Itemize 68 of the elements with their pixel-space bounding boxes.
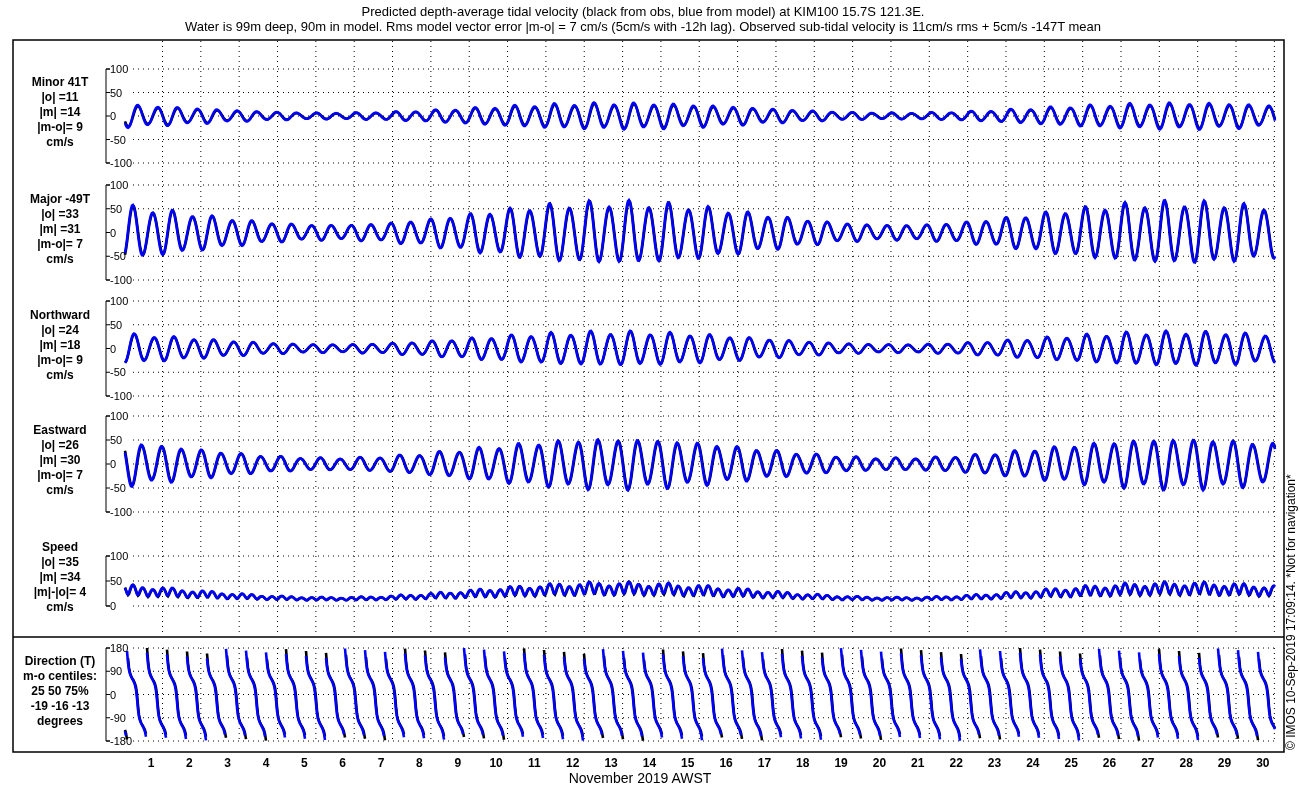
axis-tick-label: -100 xyxy=(110,506,133,518)
panel-label: Direction (T) m-o centiles: 25 50 75% -19 -16 -13 degrees xyxy=(23,653,97,728)
axis-tick-label: 50 xyxy=(110,86,123,99)
axis-tick-label: 11 xyxy=(528,756,541,770)
axis-tick-label: 100 xyxy=(110,63,129,75)
axis-tick-label: -50 xyxy=(110,133,126,146)
axis-tick-label: -100 xyxy=(110,157,133,169)
axis-tick-label: 15 xyxy=(681,756,695,770)
axis-tick-label: 12 xyxy=(566,756,580,770)
panel-label: Eastward |o| =26 |m| =30 |m-o|= 7 cm/s xyxy=(33,423,87,497)
axis-tick-label: 25 xyxy=(1064,756,1078,770)
axis-tick-label: 14 xyxy=(642,756,657,770)
panel-label: Northward |o| =24 |m| =18 |m-o|= 9 cm/s xyxy=(30,307,90,382)
axis-tick-label: 90 xyxy=(110,665,123,678)
axis-tick-label: 16 xyxy=(719,756,733,770)
axis-tick-label: 3 xyxy=(224,756,231,770)
axis-tick-label: 13 xyxy=(604,756,618,770)
axis-tick-label: 0 xyxy=(110,600,117,612)
axis-tick-label: -180 xyxy=(110,735,133,747)
axis-tick-label: 9 xyxy=(454,756,462,770)
axis-tick-label: 2 xyxy=(186,756,193,770)
chart-title: Water is 99m deep, 90m in model. Rms model vector error |m-o| = 7 cm/s (5cm/s with -12h lag). Observed sub-tidal velocity is 11cm/s rms + 5cm/s -147T mean xyxy=(184,19,1102,34)
axis-tick-label: -100 xyxy=(110,390,133,402)
axis-tick-label: 8 xyxy=(416,756,423,770)
axis-tick-label: -50 xyxy=(110,250,126,263)
axis-tick-label: 100 xyxy=(110,179,129,191)
axis-tick-label: 100 xyxy=(110,295,129,307)
axis-tick-label: 26 xyxy=(1102,756,1117,770)
axis-tick-label: 5 xyxy=(301,756,308,770)
axis-tick-label: 20 xyxy=(872,756,887,770)
axis-tick-label: 0 xyxy=(110,458,117,470)
axis-tick-label: 50 xyxy=(110,434,123,446)
axis-tick-label: 100 xyxy=(110,550,129,562)
axis-tick-label: 50 xyxy=(110,575,123,587)
axis-tick-label: 24 xyxy=(1026,756,1040,770)
axis-tick-label: 7 xyxy=(377,756,385,770)
chart-title: Predicted depth-average tidal velocity (black from obs, blue from model) at KIM100 15.7S 121.3E. xyxy=(361,4,925,19)
axis-tick-label: 10 xyxy=(489,756,503,770)
axis-tick-label: 27 xyxy=(1141,756,1155,770)
axis-tick-label: 0 xyxy=(110,226,117,239)
axis-tick-label: -50 xyxy=(110,482,126,494)
axis-tick-label: 6 xyxy=(339,756,347,770)
axis-tick-label: -90 xyxy=(110,711,126,724)
axis-tick-label: 28 xyxy=(1179,756,1193,770)
axis-tick-label: -50 xyxy=(110,366,126,379)
axis-tick-label: 180 xyxy=(110,642,129,654)
axis-tick-label: 100 xyxy=(110,410,129,422)
axis-tick-label: 22 xyxy=(949,756,963,770)
panel-label: Major -49T |o| =33 |m| =31 |m-o|= 7 cm/s xyxy=(30,191,90,266)
axis-title: November 2019 AWST xyxy=(568,770,712,786)
axis-tick-label: 1 xyxy=(147,756,155,770)
axis-tick-label: 0 xyxy=(110,342,117,355)
axis-tick-label: 19 xyxy=(834,756,848,770)
axis-tick-label: 21 xyxy=(911,756,925,770)
axis-tick-label: 29 xyxy=(1217,756,1232,770)
axis-tick-label: 17 xyxy=(757,756,772,770)
axis-tick-label: 18 xyxy=(796,756,810,770)
credit-text: © IMOS 10-Sep-2019 17:09:14. *Not for navigation* xyxy=(1284,474,1298,750)
axis-tick-label: 0 xyxy=(110,688,117,701)
axis-tick-label: 23 xyxy=(987,756,1002,770)
axis-tick-label: 0 xyxy=(110,110,117,122)
axis-tick-label: -100 xyxy=(110,274,133,286)
axis-tick-label: 30 xyxy=(1256,756,1270,770)
panel-label: Minor 41T |o| =11 |m| =14 |m-o|= 9 cm/s xyxy=(31,75,89,149)
axis-tick-label: 50 xyxy=(110,202,123,215)
axis-tick-label: 50 xyxy=(110,318,123,331)
panel-label: Speed |o| =35 |m| =34 |m|-|o|= 4 cm/s xyxy=(33,540,87,614)
axis-tick-label: 4 xyxy=(262,756,270,770)
